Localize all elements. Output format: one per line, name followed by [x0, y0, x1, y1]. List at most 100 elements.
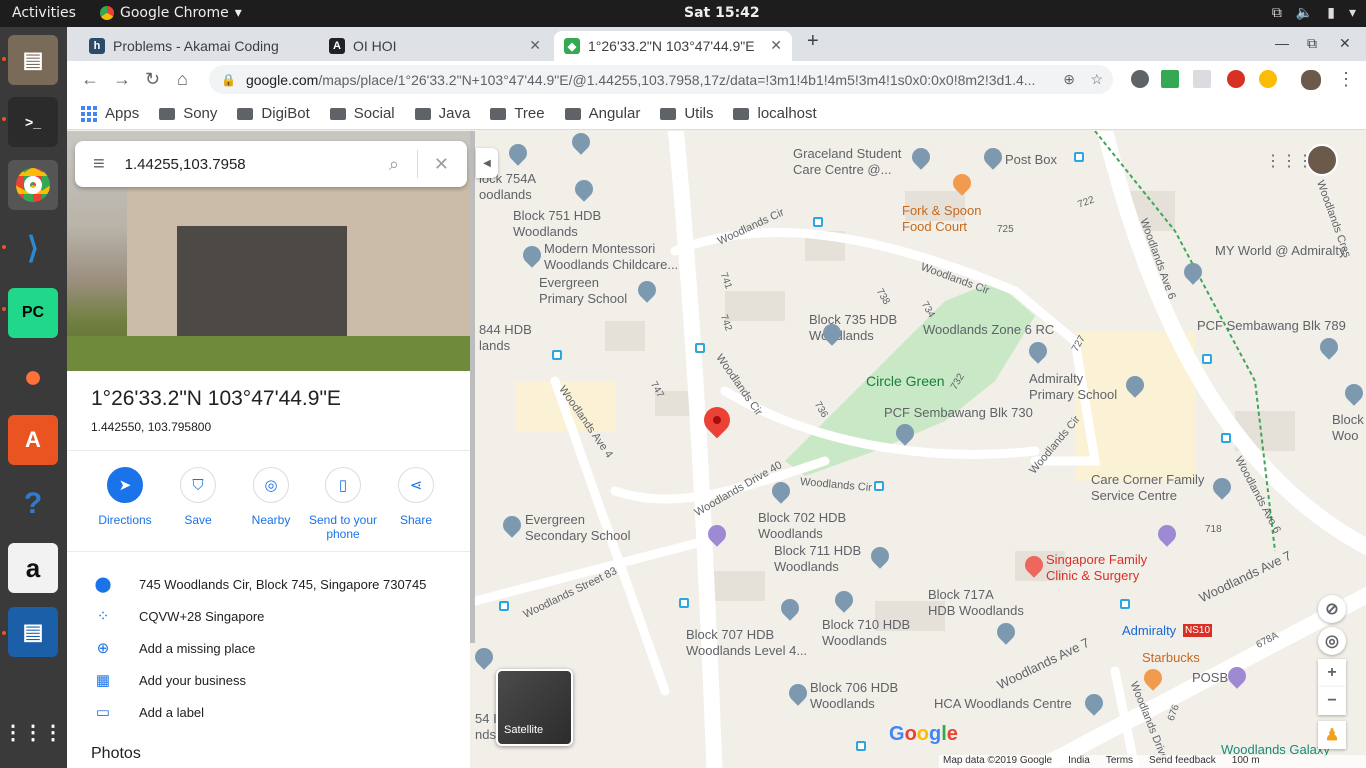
map-label[interactable]: Admiralty — [1122, 623, 1176, 639]
app-menu[interactable]: Google Chrome ▾ — [100, 5, 242, 21]
chrome-dock-icon[interactable] — [8, 160, 58, 210]
vscode-icon[interactable]: ⟩ — [8, 223, 58, 273]
bookmark-folder[interactable]: DigiBot — [237, 105, 310, 122]
forward-button[interactable]: → — [113, 69, 131, 90]
extension-icon[interactable] — [1161, 70, 1179, 88]
bus-stop-icon[interactable] — [874, 481, 884, 491]
map-label[interactable]: Evergreen Primary School — [539, 275, 627, 307]
send-to-phone-button[interactable]: ▯ Send to your phone — [303, 467, 383, 541]
map-label[interactable]: MY World @ Admiralty — [1215, 243, 1345, 259]
new-tab-button[interactable]: + — [807, 30, 819, 53]
bookmark-apps[interactable]: Apps — [81, 105, 139, 122]
reload-button[interactable]: ↻ — [145, 69, 160, 90]
extension-icon[interactable] — [1227, 70, 1245, 88]
bookmark-star-icon[interactable]: ☆ — [1090, 71, 1103, 88]
tab-maps[interactable]: ◆ 1°26'33.2"N 103°47'44.9"E ✕ — [554, 31, 792, 61]
map-label[interactable]: Woodlands Zone 6 RC — [923, 322, 1054, 338]
bookmark-folder[interactable]: localhost — [733, 105, 817, 122]
map-label[interactable]: Graceland Student Care Centre @... — [793, 146, 901, 178]
account-avatar[interactable] — [1306, 144, 1338, 176]
bus-stop-icon[interactable] — [813, 217, 823, 227]
bus-stop-icon[interactable] — [1074, 152, 1084, 162]
bookmark-folder[interactable]: Utils — [660, 105, 713, 122]
map-label[interactable]: Circle Green — [866, 373, 945, 389]
terminal-icon[interactable]: >_ — [8, 97, 58, 147]
firefox-icon[interactable]: ● — [8, 351, 58, 401]
tab-oi-hoi[interactable]: A OI HOI ✕ — [319, 31, 551, 61]
bookmark-folder[interactable]: Social — [329, 105, 395, 122]
map-label[interactable]: Block 751 HDB Woodlands — [513, 208, 601, 240]
pycharm-icon[interactable]: PC — [8, 288, 58, 338]
mrt-station-badge[interactable]: NS10 — [1183, 624, 1213, 637]
map-label[interactable]: Care Corner Family Service Centre — [1091, 472, 1204, 504]
help-icon[interactable]: ? — [8, 479, 58, 529]
hamburger-menu-icon[interactable]: ≡ — [93, 153, 105, 176]
home-button[interactable]: ⌂ — [177, 69, 188, 90]
directions-button[interactable]: ➤ Directions — [85, 467, 165, 527]
map-label[interactable]: Fork & Spoon Food Court — [902, 203, 982, 235]
map-label[interactable]: Block 710 HDB Woodlands — [822, 617, 910, 649]
satellite-toggle[interactable]: Satellite — [496, 669, 573, 746]
bus-stop-icon[interactable] — [499, 601, 509, 611]
map-label[interactable]: Block Woo — [1332, 412, 1364, 444]
search-input[interactable]: 1.44255,103.7958 — [125, 156, 389, 173]
profile-avatar[interactable] — [1301, 70, 1321, 90]
search-icon[interactable]: ⌕ — [389, 154, 399, 175]
bookmark-folder[interactable]: Angular — [564, 105, 640, 122]
maximize-button[interactable]: ⧉ — [1307, 35, 1317, 52]
save-button[interactable]: ⛉ Save — [158, 467, 238, 527]
extension-icon[interactable] — [1259, 70, 1277, 88]
extension-icon[interactable] — [1193, 70, 1211, 88]
map-label[interactable]: Block 717A HDB Woodlands — [928, 587, 1024, 619]
map-label[interactable]: PCF Sembawang Blk 730 — [884, 405, 1033, 421]
map-label[interactable]: Block 735 HDB Woodlands — [809, 312, 897, 344]
feedback-link[interactable]: Send feedback — [1149, 755, 1216, 768]
bus-stop-icon[interactable] — [552, 350, 562, 360]
map-label[interactable]: 54 Inds — [475, 711, 497, 743]
my-location-icon[interactable]: ◎ — [1318, 627, 1346, 655]
terms-link[interactable]: Terms — [1106, 755, 1133, 768]
map-label[interactable]: Starbucks — [1142, 650, 1200, 666]
install-icon[interactable]: ⊕ — [1063, 71, 1075, 88]
bookmark-folder[interactable]: Tree — [490, 105, 545, 122]
tab-akamai[interactable]: h Problems - Akamai Coding — [79, 31, 311, 61]
amazon-icon[interactable]: a — [8, 543, 58, 593]
map-label[interactable]: Block 707 HDB Woodlands Level 4... — [686, 627, 807, 659]
map-label[interactable]: HCA Woodlands Centre — [934, 696, 1072, 712]
traffic-toggle-icon[interactable]: ⊘ — [1318, 595, 1346, 623]
add-label-row[interactable]: ▭ Add a label — [91, 701, 204, 723]
add-business-row[interactable]: ▦ Add your business — [91, 669, 246, 691]
show-apps-icon[interactable]: ⋮⋮⋮ — [3, 707, 63, 757]
zoom-in-button[interactable]: + — [1318, 659, 1346, 687]
bookmark-folder[interactable]: Java — [414, 105, 470, 122]
map-label[interactable]: Post Box — [1005, 152, 1057, 168]
map-canvas[interactable]: Graceland Student Care Centre @... Post B… — [475, 131, 1366, 768]
bus-stop-icon[interactable] — [679, 598, 689, 608]
map-label[interactable]: Block 706 HDB Woodlands — [810, 680, 898, 712]
clock[interactable]: Sat 15:42 — [684, 5, 760, 21]
bookmark-folder[interactable]: Sony — [159, 105, 217, 122]
search-box[interactable]: ≡ 1.44255,103.7958 ⌕ ✕ — [75, 141, 467, 187]
pegman-icon[interactable]: ♟ — [1318, 721, 1346, 749]
map-label[interactable]: 844 HDB lands — [479, 322, 532, 354]
map-label[interactable]: POSB — [1192, 670, 1228, 686]
close-tab-icon[interactable]: ✕ — [770, 37, 782, 54]
bus-stop-icon[interactable] — [1120, 599, 1130, 609]
nearby-button[interactable]: ◎ Nearby — [231, 467, 311, 527]
bus-stop-icon[interactable] — [695, 343, 705, 353]
zoom-out-button[interactable]: − — [1318, 687, 1346, 715]
map-label[interactable]: Modern Montessori Woodlands Childcare... — [544, 241, 678, 273]
map-label[interactable]: Evergreen Secondary School — [525, 512, 631, 544]
activities-button[interactable]: Activities — [12, 5, 76, 21]
map-label[interactable]: PCF Sembawang Blk 789 — [1197, 318, 1346, 334]
map-label[interactable]: Admiralty Primary School — [1029, 371, 1117, 403]
software-center-icon[interactable]: A — [8, 415, 58, 465]
minimize-button[interactable]: — — [1275, 35, 1289, 51]
bus-stop-icon[interactable] — [1221, 433, 1231, 443]
bus-stop-icon[interactable] — [856, 741, 866, 751]
plus-code-row[interactable]: ⁘ CQVW+28 Singapore — [91, 605, 265, 627]
scale-label[interactable]: 100 m — [1232, 755, 1260, 768]
close-icon[interactable]: ✕ — [434, 154, 449, 175]
extension-icon[interactable] — [1131, 70, 1149, 88]
back-button[interactable]: ← — [81, 69, 99, 90]
